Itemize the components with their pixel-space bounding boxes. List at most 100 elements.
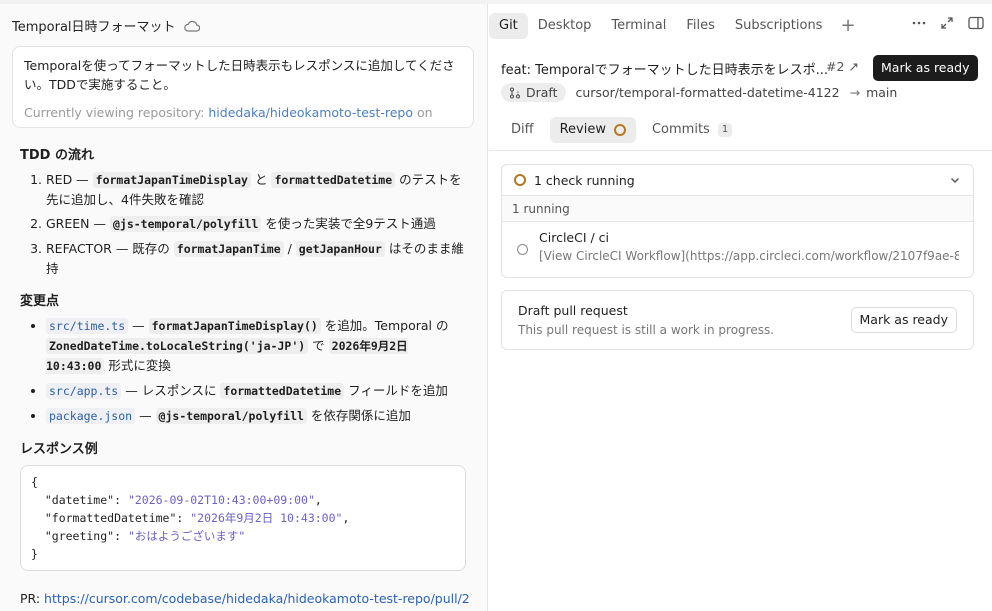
json-key: "greeting": [31, 529, 128, 543]
step-text: / [283, 241, 296, 256]
user-prompt-card[interactable]: Temporalを使ってフォーマットした日時表示もレスポンスに追加してください。… [12, 46, 474, 128]
step-label: RED — [46, 172, 93, 187]
json-value: "2026年9月2日 10:43:00" [190, 511, 343, 525]
checks-summary: 1 check running [534, 172, 635, 188]
file-path: src/app.ts [46, 383, 122, 399]
chevron-down-icon[interactable] [949, 174, 961, 186]
response-example-heading: レスポンス例 [20, 442, 98, 457]
branch-arrow-icon: → [849, 85, 861, 100]
divider [489, 150, 992, 151]
expand-icon[interactable] [940, 16, 954, 30]
prompt-text: Temporalを使ってフォーマットした日時表示もレスポンスに追加してください。… [24, 58, 455, 92]
prompt-context: Currently viewing repository: hidedaka/h… [24, 103, 462, 122]
tab-desktop[interactable]: Desktop [528, 13, 602, 39]
tab-subscriptions[interactable]: Subscriptions [725, 13, 833, 39]
json-brace: { [31, 475, 38, 489]
tab-git[interactable]: Git [489, 13, 528, 39]
change-item: src/app.ts — レスポンスに formattedDatetime フィ… [46, 381, 470, 401]
chat-pane: Temporal日時フォーマット Temporalを使ってフォーマットした日時表… [0, 4, 488, 611]
pr-title: feat: Temporalでフォーマットした日時表示をレスポ... [501, 63, 829, 78]
checks-summary-row[interactable]: 1 check running [502, 165, 973, 196]
change-text: 形式に変換 [104, 358, 171, 373]
inline-code: formatJapanTime [173, 241, 284, 257]
pr-url-link[interactable]: https://cursor.com/codebase/hidedaka/hid… [44, 591, 470, 606]
git-pull-request-icon [509, 86, 521, 99]
inline-code: formatJapanTimeDisplay [92, 172, 251, 188]
change-text: を追加。Temporal の [320, 318, 449, 333]
inline-code: formatJapanTimeDisplay() [148, 318, 321, 334]
inline-code: getJapanHour [295, 241, 385, 257]
pending-status-icon [613, 124, 626, 136]
tab-terminal[interactable]: Terminal [601, 13, 676, 39]
tab-diff-label: Diff [511, 122, 534, 137]
change-text: — [128, 318, 149, 333]
json-value: "おはようございます" [127, 529, 246, 543]
change-text: — [135, 408, 156, 423]
json-value: "2026-09-02T10:43:00+09:00" [127, 493, 315, 507]
panel-tabs: Git Desktop Terminal Files Subscriptions… [489, 13, 864, 39]
tab-review-label: Review [559, 122, 606, 137]
head-branch: cursor/temporal-formatted-datetime-4122 [575, 85, 840, 100]
context-prefix: Currently viewing repository: [24, 105, 209, 120]
pr-label: PR: [20, 591, 45, 606]
checks-card: 1 check running 1 running CircleCI / ci … [501, 164, 974, 278]
tdd-step-green: GREEN — @js-temporal/polyfill を使った実装で全9テ… [46, 214, 470, 234]
add-tab-plus-icon[interactable]: + [832, 13, 863, 39]
json-key: "formattedDatetime": [31, 511, 191, 525]
commits-count-badge: 1 [717, 123, 733, 137]
json-code-block[interactable]: { "datetime": "2026-09-02T10:43:00+09:00… [20, 465, 466, 571]
json-key: "datetime": [31, 493, 128, 507]
change-text: フィールドを追加 [344, 383, 448, 398]
change-text: — レスポンスに [121, 383, 221, 398]
context-suffix: on [413, 105, 433, 120]
file-path: package.json [46, 408, 136, 424]
change-item: package.json — @js-temporal/polyfill を依存… [46, 406, 470, 426]
panel-controls [912, 16, 984, 30]
inline-code: formattedDatetime [271, 172, 396, 188]
git-panel: Git Desktop Terminal Files Subscriptions… [489, 4, 992, 611]
assistant-response: TDD の流れ RED — formatJapanTimeDisplay と f… [20, 146, 470, 608]
step-label: GREEN — [46, 216, 110, 231]
running-count: 1 running [502, 196, 973, 222]
inline-code: ZonedDateTime.toLocaleString('ja-JP') [46, 338, 309, 354]
check-item[interactable]: CircleCI / ci [View CircleCI Workflow](h… [502, 222, 973, 277]
tdd-step-red: RED — formatJapanTimeDisplay と formatted… [46, 170, 470, 209]
changes-heading: 変更点 [20, 294, 60, 309]
change-item: src/time.ts — formatJapanTimeDisplay() を… [46, 316, 470, 376]
queued-circle-icon [517, 244, 528, 255]
draft-badge-label: Draft [526, 85, 558, 100]
changes-list: src/time.ts — formatJapanTimeDisplay() を… [20, 316, 470, 426]
repo-link[interactable]: hidedaka/hideokamoto-test-repo [208, 105, 413, 120]
tdd-steps: RED — formatJapanTimeDisplay と formatted… [20, 170, 470, 278]
pr-link-line: PR: https://cursor.com/codebase/hidedaka… [20, 589, 470, 608]
sidebar-toggle-icon[interactable] [968, 16, 984, 30]
pr-subtabs: Diff Review Commits 1 [501, 117, 742, 143]
tab-review[interactable]: Review [549, 117, 636, 143]
chat-title: Temporal日時フォーマット [12, 20, 176, 35]
cloud-icon[interactable] [183, 20, 200, 32]
pr-number-link[interactable]: #2 ↗ [826, 59, 859, 74]
mark-as-ready-button[interactable]: Mark as ready [873, 55, 978, 81]
more-icon[interactable] [912, 16, 926, 30]
check-details-link[interactable]: [View CircleCI Workflow](https://app.cir… [539, 247, 959, 265]
change-text: で [308, 338, 329, 353]
tab-commits-label: Commits [651, 122, 710, 137]
pending-status-icon [514, 174, 526, 186]
check-name: CircleCI / ci [539, 230, 610, 245]
step-label: REFACTOR — 既存の [46, 241, 174, 256]
step-text: を使った実装で全9テスト通過 [261, 216, 436, 231]
inline-code: @js-temporal/polyfill [109, 216, 262, 232]
change-text: を依存関係に追加 [306, 408, 411, 423]
tab-commits[interactable]: Commits 1 [642, 117, 742, 143]
tab-diff[interactable]: Diff [501, 117, 544, 143]
step-text: と [250, 172, 272, 187]
pr-meta: Draft cursor/temporal-formatted-datetime… [501, 83, 897, 102]
inline-code: formattedDatetime [220, 383, 345, 399]
draft-badge: Draft [501, 83, 566, 102]
json-brace: } [31, 547, 38, 561]
json-comma: , [314, 493, 322, 507]
tab-files[interactable]: Files [676, 13, 725, 39]
draft-mark-as-ready-button[interactable]: Mark as ready [850, 307, 957, 333]
tdd-step-refactor: REFACTOR — 既存の formatJapanTime / getJapa… [46, 239, 470, 278]
draft-pr-card: Draft pull request This pull request is … [501, 290, 974, 350]
